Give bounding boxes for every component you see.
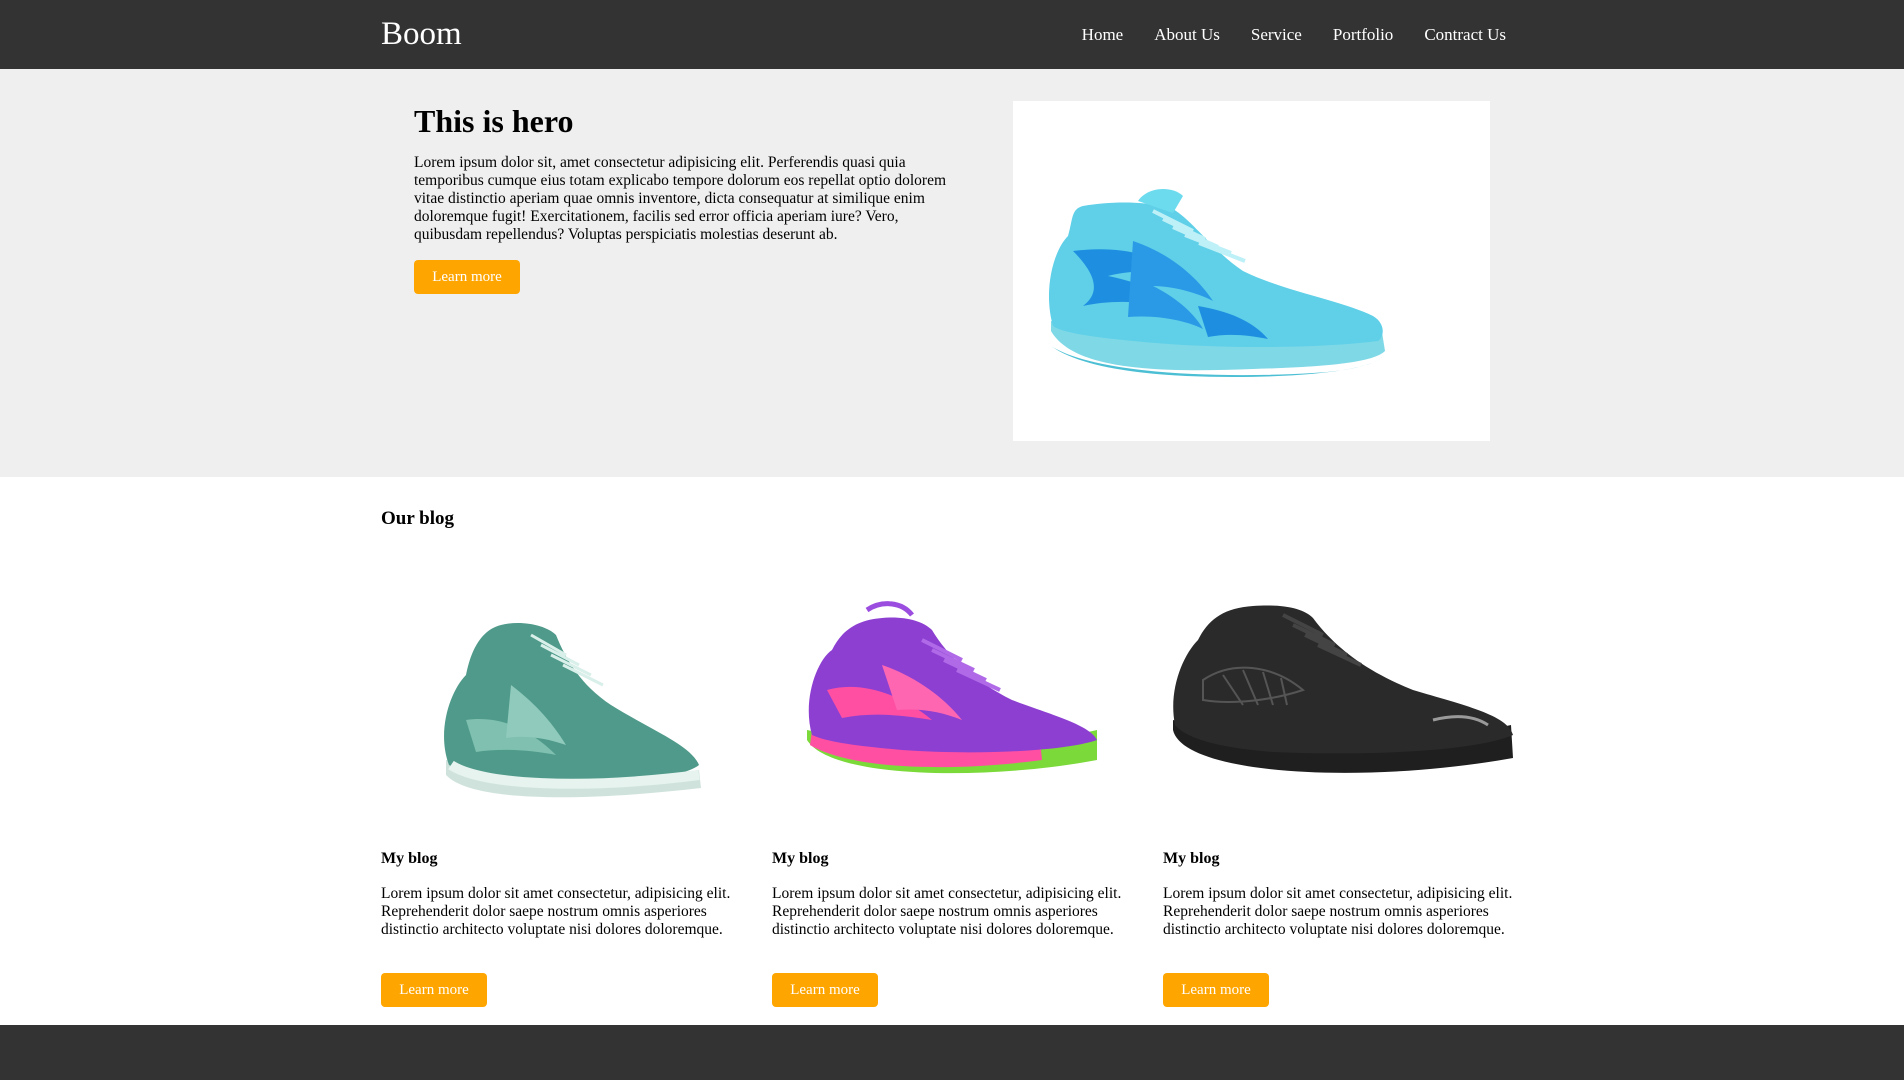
- blog-card-text: Lorem ipsum dolor sit amet consectetur, …: [381, 885, 731, 938]
- nav-link-service[interactable]: Service: [1251, 25, 1302, 45]
- navbar: Boom Home About Us Service Portfolio Con…: [0, 0, 1904, 69]
- blog-card-text: Lorem ipsum dolor sit amet consectetur, …: [1163, 885, 1513, 938]
- blog-card-text: Lorem ipsum dolor sit amet consectetur, …: [772, 885, 1122, 938]
- black-basketball-shoe-icon: [1173, 605, 1513, 773]
- blog-card-title: My blog: [772, 850, 829, 867]
- nav-link-home[interactable]: Home: [1082, 25, 1124, 45]
- blog-card-learn-more-button[interactable]: Learn more: [381, 973, 487, 1007]
- nav-link-contract-us[interactable]: Contract Us: [1424, 25, 1506, 45]
- blog-card-learn-more-button[interactable]: Learn more: [1163, 973, 1269, 1007]
- hero-section: This is hero Lorem ipsum dolor sit, amet…: [0, 69, 1904, 477]
- hero-title: This is hero: [414, 103, 574, 139]
- blog-card-learn-more-button[interactable]: Learn more: [772, 973, 878, 1007]
- blog-card-image: [772, 580, 1122, 820]
- green-basketball-shoe-icon: [444, 623, 701, 798]
- nav-link-portfolio[interactable]: Portfolio: [1333, 25, 1393, 45]
- hero-learn-more-button[interactable]: Learn more: [414, 260, 520, 294]
- blog-card-image: [1163, 580, 1513, 820]
- nav-links: Home About Us Service Portfolio Contract…: [1082, 0, 1506, 69]
- purple-pink-basketball-shoe-icon: [807, 601, 1097, 774]
- brand-logo[interactable]: Boom: [381, 12, 462, 56]
- nav-link-about-us[interactable]: About Us: [1154, 25, 1220, 45]
- footer: [0, 1025, 1904, 1080]
- hero-text: Lorem ipsum dolor sit, amet consectetur …: [414, 154, 947, 243]
- blog-card-title: My blog: [1163, 850, 1220, 867]
- blog-card-image: [381, 580, 731, 820]
- turquoise-basketball-shoe-icon: [1048, 189, 1385, 377]
- blog-section-title: Our blog: [381, 508, 455, 529]
- blog-card-title: My blog: [381, 850, 438, 867]
- hero-image: [1013, 101, 1490, 441]
